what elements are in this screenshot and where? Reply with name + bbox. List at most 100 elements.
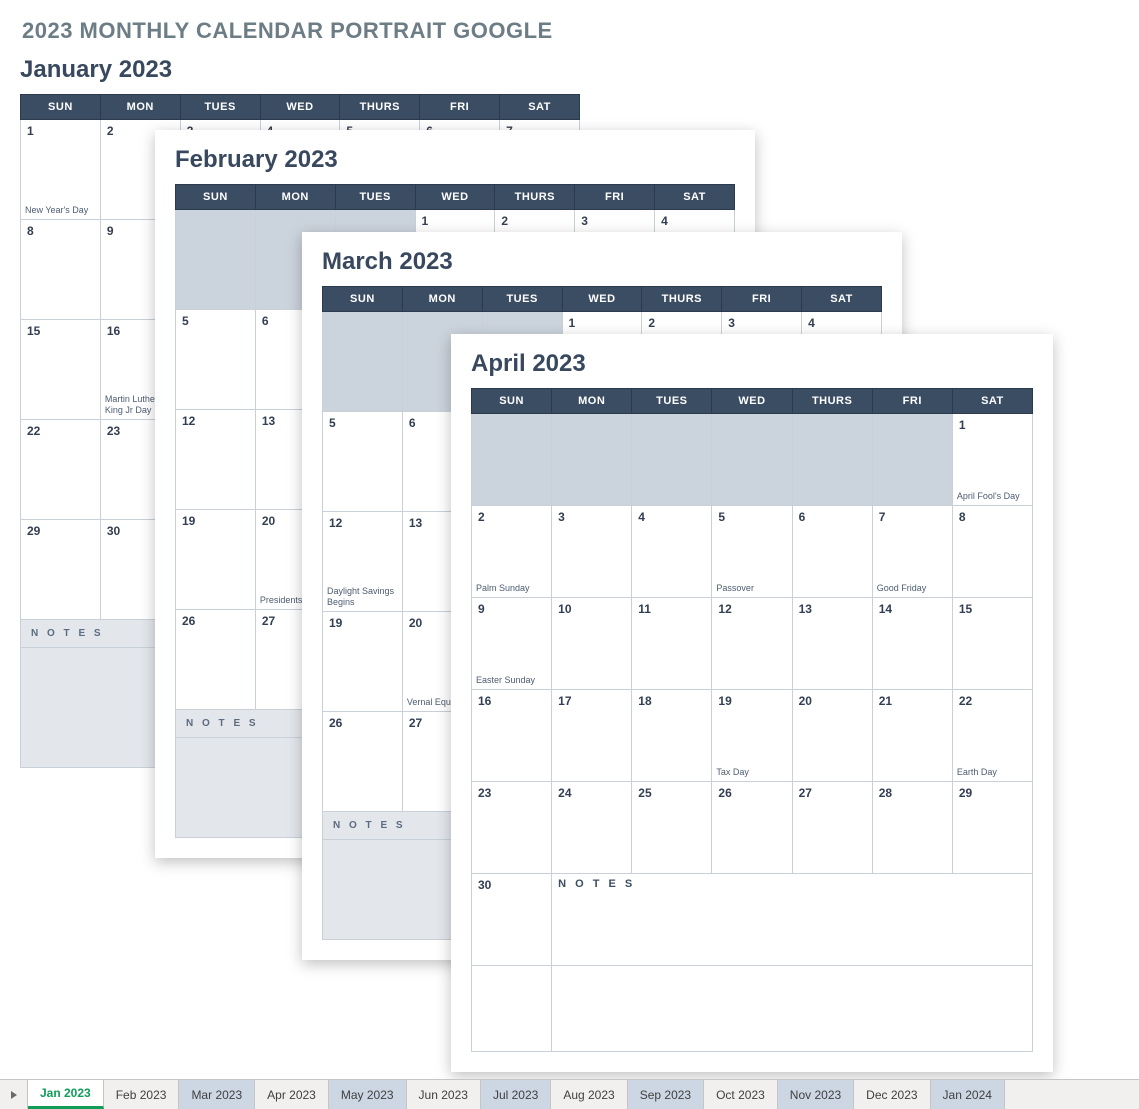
sheet-tab[interactable]: Jul 2023 (481, 1080, 551, 1109)
calendar-day-cell[interactable]: 28 (872, 782, 952, 874)
sheet-tab[interactable]: May 2023 (329, 1080, 407, 1109)
calendar-day-cell[interactable]: 26 (712, 782, 792, 874)
day-event-label: New Year's Day (25, 205, 96, 215)
calendar-day-cell[interactable]: 14 (872, 598, 952, 690)
calendar-day-cell[interactable] (472, 966, 552, 1052)
calendar-day-cell[interactable]: 17 (552, 690, 632, 782)
calendar-day-cell[interactable]: 5 (323, 412, 403, 512)
day-header: MON (402, 287, 482, 312)
calendar-day-cell[interactable] (176, 210, 256, 310)
calendar-day-cell[interactable]: 9Easter Sunday (472, 598, 552, 690)
day-number: 26 (329, 716, 396, 730)
calendar-day-cell[interactable]: 3 (552, 506, 632, 598)
day-number: 16 (478, 694, 545, 708)
sheet-tab[interactable]: Jan 2023 (28, 1080, 104, 1109)
day-number: 3 (728, 316, 795, 330)
calendar-day-cell[interactable]: 25 (632, 782, 712, 874)
sheet-tab[interactable]: Apr 2023 (255, 1080, 329, 1109)
day-number: 1 (27, 124, 94, 138)
day-number: 6 (799, 510, 866, 524)
day-number: 20 (799, 694, 866, 708)
calendar-day-cell[interactable]: 13 (792, 598, 872, 690)
day-event-label: Palm Sunday (476, 583, 547, 593)
sheet-tab[interactable]: Oct 2023 (704, 1080, 778, 1109)
calendar-day-cell[interactable]: 1 New Year's Day (21, 120, 101, 220)
calendar-day-cell[interactable]: 24 (552, 782, 632, 874)
day-number: 29 (959, 786, 1026, 800)
calendar-day-cell[interactable]: 30 (472, 874, 552, 966)
calendar-day-cell[interactable]: 8 (21, 220, 101, 320)
calendar-day-cell[interactable]: 16 (472, 690, 552, 782)
calendar-day-cell[interactable]: 15 (21, 320, 101, 420)
sheet-tab[interactable]: Dec 2023 (854, 1080, 930, 1109)
sheet-tab[interactable]: Nov 2023 (778, 1080, 854, 1109)
day-event-label: Daylight Savings Begins (327, 586, 398, 607)
day-number: 2 (501, 214, 568, 228)
day-number: 22 (959, 694, 1026, 708)
calendar-day-cell[interactable]: 12 Daylight Savings Begins (323, 512, 403, 612)
calendar-day-cell[interactable]: 18 (632, 690, 712, 782)
calendar-day-cell[interactable] (872, 414, 952, 506)
calendar-day-cell[interactable] (792, 414, 872, 506)
day-number: 19 (182, 514, 249, 528)
sheet-tab[interactable]: Jan 2024 (931, 1080, 1005, 1109)
calendar-day-cell[interactable]: 19 (323, 612, 403, 712)
day-number: 3 (581, 214, 648, 228)
day-number: 5 (182, 314, 249, 328)
calendar-day-cell[interactable]: 5Passover (712, 506, 792, 598)
sheet-tab[interactable]: Sep 2023 (628, 1080, 704, 1109)
calendar-day-cell[interactable]: 5 (176, 310, 256, 410)
sheet-tab[interactable]: Jun 2023 (407, 1080, 481, 1109)
calendar-day-cell[interactable]: 26 (176, 610, 256, 710)
calendar-day-cell[interactable] (552, 414, 632, 506)
calendar-day-cell[interactable]: 23 (472, 782, 552, 874)
sheet-tab[interactable]: Aug 2023 (551, 1080, 627, 1109)
day-number: 29 (27, 524, 94, 538)
calendar-day-cell[interactable]: 6 (792, 506, 872, 598)
notes-area[interactable] (552, 966, 1033, 1052)
notes-label[interactable]: N O T E S (552, 874, 1033, 966)
calendar-day-cell[interactable] (472, 414, 552, 506)
calendar-day-cell[interactable]: 1April Fool's Day (952, 414, 1032, 506)
calendar-day-cell[interactable]: 29 (952, 782, 1032, 874)
day-event-label: Easter Sunday (476, 675, 547, 685)
day-header: THURS (340, 95, 420, 120)
calendar-day-cell[interactable]: 7Good Friday (872, 506, 952, 598)
calendar-day-cell[interactable]: 20 (792, 690, 872, 782)
calendar-day-cell[interactable]: 10 (552, 598, 632, 690)
day-number: 22 (27, 424, 94, 438)
day-header: SAT (802, 287, 882, 312)
day-header: WED (415, 185, 495, 210)
calendar-day-cell[interactable]: 19Tax Day (712, 690, 792, 782)
day-number: 18 (638, 694, 705, 708)
day-header: THURS (642, 287, 722, 312)
calendar-day-cell[interactable]: 22 (21, 420, 101, 520)
calendar-day-cell[interactable]: 15 (952, 598, 1032, 690)
day-header: TUES (482, 287, 562, 312)
tab-scroll-button[interactable] (0, 1080, 28, 1109)
calendar-day-cell[interactable]: 2Palm Sunday (472, 506, 552, 598)
day-header: FRI (722, 287, 802, 312)
calendar-day-cell[interactable] (712, 414, 792, 506)
calendar-day-cell[interactable]: 12 (712, 598, 792, 690)
sheet-tab[interactable]: Feb 2023 (104, 1080, 180, 1109)
calendar-day-cell[interactable]: 11 (632, 598, 712, 690)
calendar-day-cell[interactable]: 4 (632, 506, 712, 598)
day-number: 4 (661, 214, 728, 228)
calendar-day-cell[interactable]: 21 (872, 690, 952, 782)
calendar-day-cell[interactable]: 12 (176, 410, 256, 510)
play-icon (9, 1090, 19, 1100)
calendar-day-cell[interactable] (632, 414, 712, 506)
calendar-day-cell[interactable]: 22Earth Day (952, 690, 1032, 782)
calendar-day-cell[interactable]: 26 (323, 712, 403, 812)
sheet-tab[interactable]: Mar 2023 (179, 1080, 255, 1109)
sheet-tabbar: Jan 2023Feb 2023Mar 2023Apr 2023May 2023… (0, 1079, 1139, 1109)
calendar-day-cell[interactable] (323, 312, 403, 412)
day-number: 12 (329, 516, 396, 530)
calendar-day-cell[interactable]: 19 (176, 510, 256, 610)
day-header: TUES (335, 185, 415, 210)
calendar-day-cell[interactable]: 8 (952, 506, 1032, 598)
calendar-day-cell[interactable]: 29 (21, 520, 101, 620)
day-number: 5 (329, 416, 396, 430)
calendar-day-cell[interactable]: 27 (792, 782, 872, 874)
